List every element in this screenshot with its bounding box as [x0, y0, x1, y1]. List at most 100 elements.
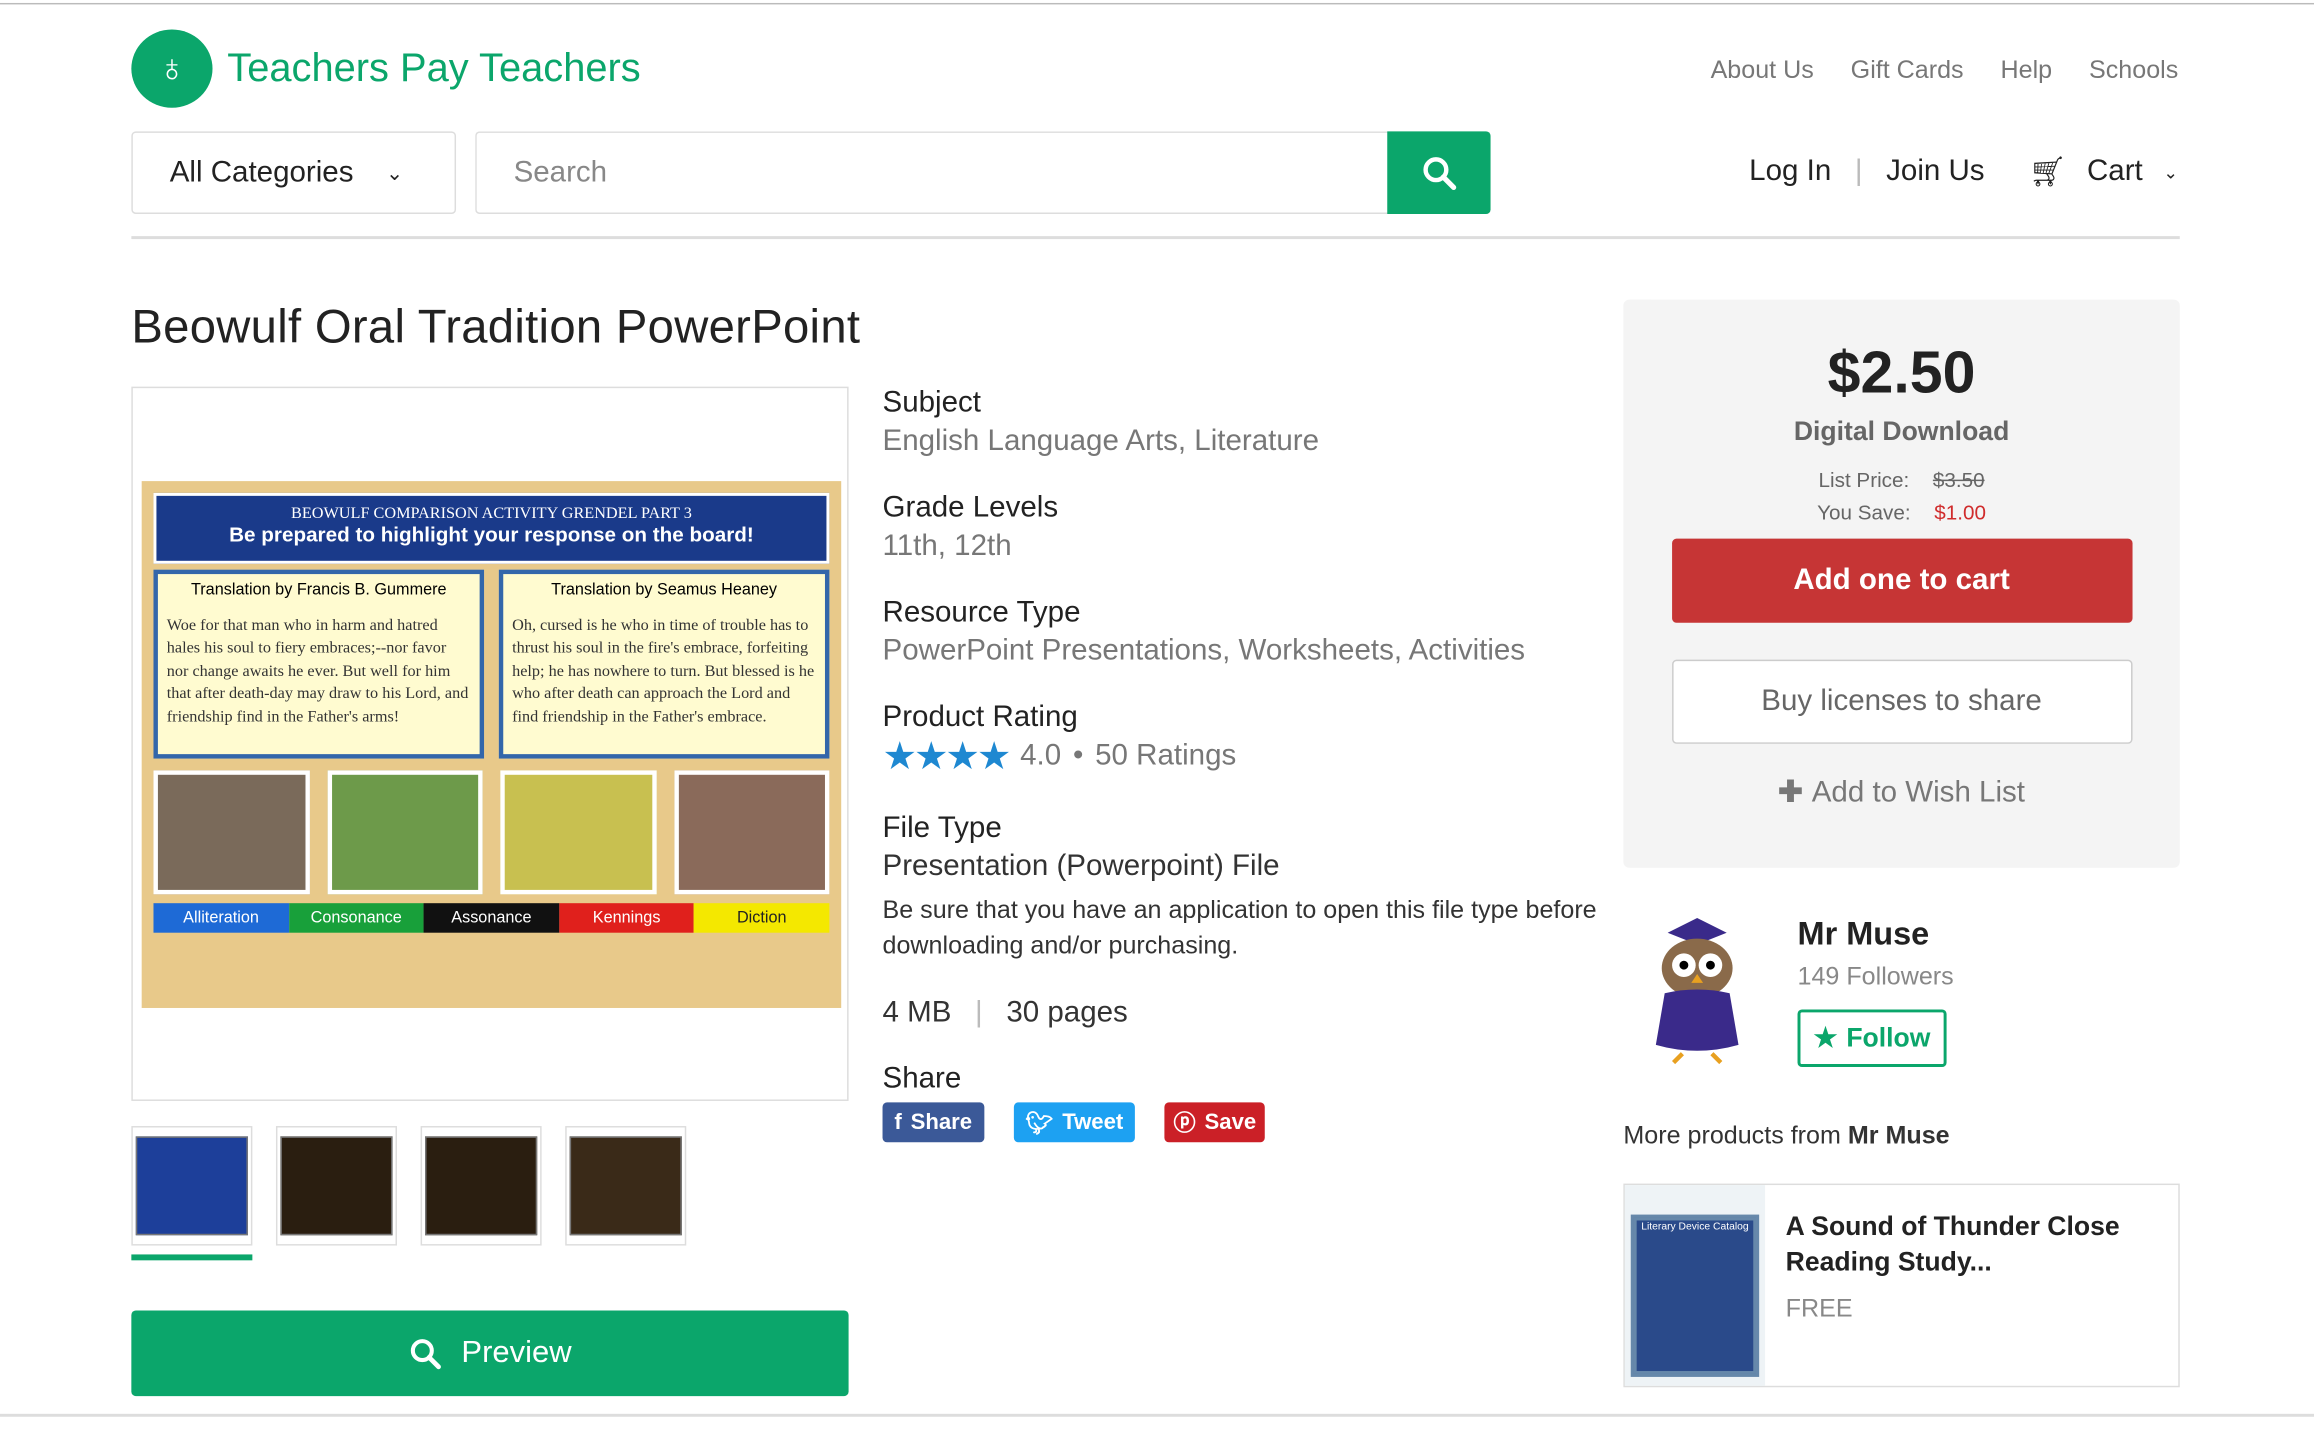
bottom-divider — [0, 1413, 2314, 1417]
seller-avatar-owl[interactable] — [1638, 912, 1756, 1067]
resource-type-value[interactable]: PowerPoint Presentations, Worksheets, Ac… — [883, 635, 1606, 669]
slide-picture — [673, 770, 830, 895]
chevron-down-icon: ⌄ — [385, 160, 404, 184]
slide-left-title: Translation by Francis B. Gummere — [190, 581, 447, 600]
dot: • — [1072, 739, 1084, 772]
rating-count: 50 Ratings — [1095, 739, 1237, 772]
wish-list-label: Add to Wish List — [1811, 776, 2026, 809]
tweet-label: Tweet — [1062, 1109, 1124, 1135]
seller-info: Mr Muse 149 Followers ★ Follow — [1638, 912, 1954, 1068]
star-icon: ★ — [1813, 1022, 1838, 1053]
slide-picture — [326, 770, 483, 895]
join-link[interactable]: Join Us — [1886, 155, 1984, 189]
slide-label: Consonance — [288, 903, 424, 933]
thumbnail[interactable] — [275, 1126, 397, 1246]
page-count: 30 pages — [1006, 996, 1128, 1029]
slide-header: BEOWULF COMPARISON ACTIVITY GRENDEL PART… — [153, 492, 830, 564]
slide-picture — [500, 770, 656, 895]
top-nav: About Us Gift Cards Help Schools — [1711, 56, 2179, 86]
schools-link[interactable]: Schools — [2089, 56, 2178, 86]
follow-label: Follow — [1846, 1022, 1931, 1053]
more-seller-name[interactable]: Mr Muse — [1848, 1122, 1950, 1150]
resource-type-label: Resource Type — [882, 596, 1081, 629]
divider: | — [975, 996, 983, 1029]
file-size: 4 MB — [882, 996, 952, 1029]
file-type-label: File Type — [882, 811, 1002, 845]
add-to-cart-button[interactable]: Add one to cart — [1671, 538, 2132, 623]
seller-name[interactable]: Mr Muse — [1798, 915, 1954, 953]
share-label: Share — [910, 1109, 973, 1135]
related-product-price: FREE — [1785, 1294, 1853, 1323]
page-title: Beowulf Oral Tradition PowerPoint — [131, 299, 861, 353]
category-select[interactable]: All Categories ⌄ — [131, 131, 457, 214]
plus-icon: ✚ — [1778, 776, 1803, 809]
preview-button[interactable]: Preview — [131, 1310, 849, 1397]
top-divider — [0, 2, 2314, 5]
subject-label: Subject — [882, 386, 981, 420]
file-type-value: Presentation (Powerpoint) File — [882, 850, 1280, 883]
save-label: Save — [1204, 1109, 1257, 1135]
cart-button[interactable]: 🛒︎ Cart ⌄ — [2029, 153, 2178, 190]
gift-cards-link[interactable]: Gift Cards — [1851, 56, 1964, 86]
digital-download-label: Digital Download — [1793, 416, 2010, 446]
purchase-box: $2.50 Digital Download List Price: $3.50 … — [1623, 299, 2180, 868]
help-link[interactable]: Help — [2001, 56, 2053, 86]
product-preview-image[interactable]: BEOWULF COMPARISON ACTIVITY GRENDEL PART… — [131, 386, 849, 1101]
rating-label: Product Rating — [882, 701, 1078, 734]
rating-value: 4.0 — [1020, 739, 1062, 772]
header-divider — [131, 236, 2180, 240]
logo-text: Teachers Pay Teachers — [227, 45, 641, 91]
buy-licenses-button[interactable]: Buy licenses to share — [1671, 659, 2132, 744]
slide-label: Assonance — [423, 903, 560, 933]
follower-count: 149 Followers — [1797, 962, 1954, 991]
more-prefix: More products from — [1623, 1121, 1848, 1150]
list-price: $3.50 — [1932, 467, 1985, 492]
star-rating-icon: ★★★★ — [882, 733, 1012, 778]
slide-right-text: Oh, cursed is he who in time of trouble … — [512, 616, 815, 726]
add-to-wish-list-button[interactable]: ✚ Add to Wish List — [1623, 773, 2179, 810]
thumbnail[interactable] — [131, 1126, 253, 1246]
thumbnail-strip — [131, 1126, 687, 1246]
category-value: All Categories — [169, 155, 354, 189]
slide-left-text: Woe for that man who in harm and hatred … — [166, 616, 469, 726]
chevron-down-icon: ⌄ — [2163, 161, 2179, 183]
search-input[interactable]: Search — [475, 131, 1391, 214]
search-button[interactable] — [1387, 131, 1491, 214]
subject-value[interactable]: English Language Arts, Literature — [883, 425, 1606, 459]
thumb-heading: Literary Device Catalog — [1633, 1217, 1757, 1374]
thumbnail-selected-indicator — [131, 1254, 253, 1261]
slide-text-left: Translation by Francis B. Gummere Woe fo… — [153, 569, 485, 759]
slide-right-title: Translation by Seamus Heaney — [551, 581, 778, 600]
slide-label: Kennings — [559, 903, 695, 933]
product-details: Subject English Language Arts, Literatur… — [882, 386, 1606, 1143]
user-nav: Log In | Join Us 🛒︎ Cart ⌄ — [1749, 153, 2178, 190]
search-placeholder: Search — [513, 155, 608, 189]
about-us-link[interactable]: About Us — [1711, 56, 1814, 86]
apple-logo-icon: ♁ — [131, 29, 213, 108]
logo[interactable]: ♁ Teachers Pay Teachers — [131, 29, 641, 108]
divider: | — [1854, 154, 1863, 188]
related-product-title[interactable]: A Sound of Thunder Close Reading Study..… — [1786, 1209, 2158, 1280]
list-price-label: List Price: — [1818, 467, 1910, 492]
tweet-button[interactable]: 🐦︎ Tweet — [1013, 1102, 1136, 1143]
slide-picture — [153, 770, 310, 895]
related-product-card[interactable]: Literary Device Catalog A Sound of Thund… — [1623, 1183, 2180, 1388]
file-type-note: Be sure that you have an application to … — [882, 895, 1597, 960]
slide-image: BEOWULF COMPARISON ACTIVITY GRENDEL PART… — [141, 481, 842, 1008]
you-save-value: $1.00 — [1934, 500, 1986, 524]
follow-button[interactable]: ★ Follow — [1797, 1009, 1947, 1068]
thumbnail[interactable] — [420, 1126, 542, 1246]
slide-label: Diction — [694, 903, 830, 933]
facebook-share-button[interactable]: f Share — [882, 1102, 984, 1143]
price: $2.50 — [1827, 340, 1976, 406]
cart-label: Cart — [2086, 154, 2143, 188]
rating[interactable]: ★★★★ 4.0 • 50 Ratings — [883, 733, 1606, 779]
thumbnail[interactable] — [565, 1126, 687, 1246]
pinterest-save-button[interactable]: ⓟ Save — [1164, 1102, 1266, 1143]
related-product-thumbnail: Literary Device Catalog — [1624, 1185, 1765, 1386]
grade-value: 11th, 12th — [882, 529, 1012, 563]
login-link[interactable]: Log In — [1749, 155, 1831, 189]
cart-icon: 🛒︎ — [2028, 156, 2067, 189]
grade-label: Grade Levels — [882, 491, 1059, 524]
you-save-label: You Save: — [1817, 500, 1911, 524]
